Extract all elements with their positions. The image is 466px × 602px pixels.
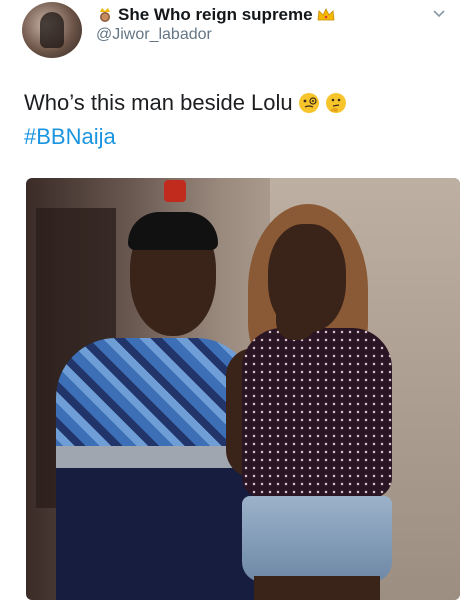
tweet-text-body: Who’s this man beside Lolu	[24, 90, 293, 115]
hashtag-link[interactable]: #BBNaija	[24, 124, 116, 150]
display-name[interactable]: She Who reign supreme	[118, 5, 313, 25]
chevron-down-icon[interactable]	[432, 6, 446, 20]
tweet-photo[interactable]	[26, 178, 460, 600]
crown-emoji-icon	[317, 8, 335, 21]
tweet-text: Who’s this man beside Lolu	[24, 88, 347, 118]
handle[interactable]: @Jiwor_labador	[96, 26, 212, 44]
avatar[interactable]	[22, 2, 82, 58]
face-with-monocle-emoji-icon	[298, 93, 319, 113]
thinking-face-emoji-icon	[325, 93, 346, 113]
tweet: She Who reign supreme @Jiwor_labador Who…	[0, 0, 466, 602]
woman-with-crown-emoji-icon	[100, 8, 110, 22]
author-name-row[interactable]: She Who reign supreme	[96, 4, 335, 26]
